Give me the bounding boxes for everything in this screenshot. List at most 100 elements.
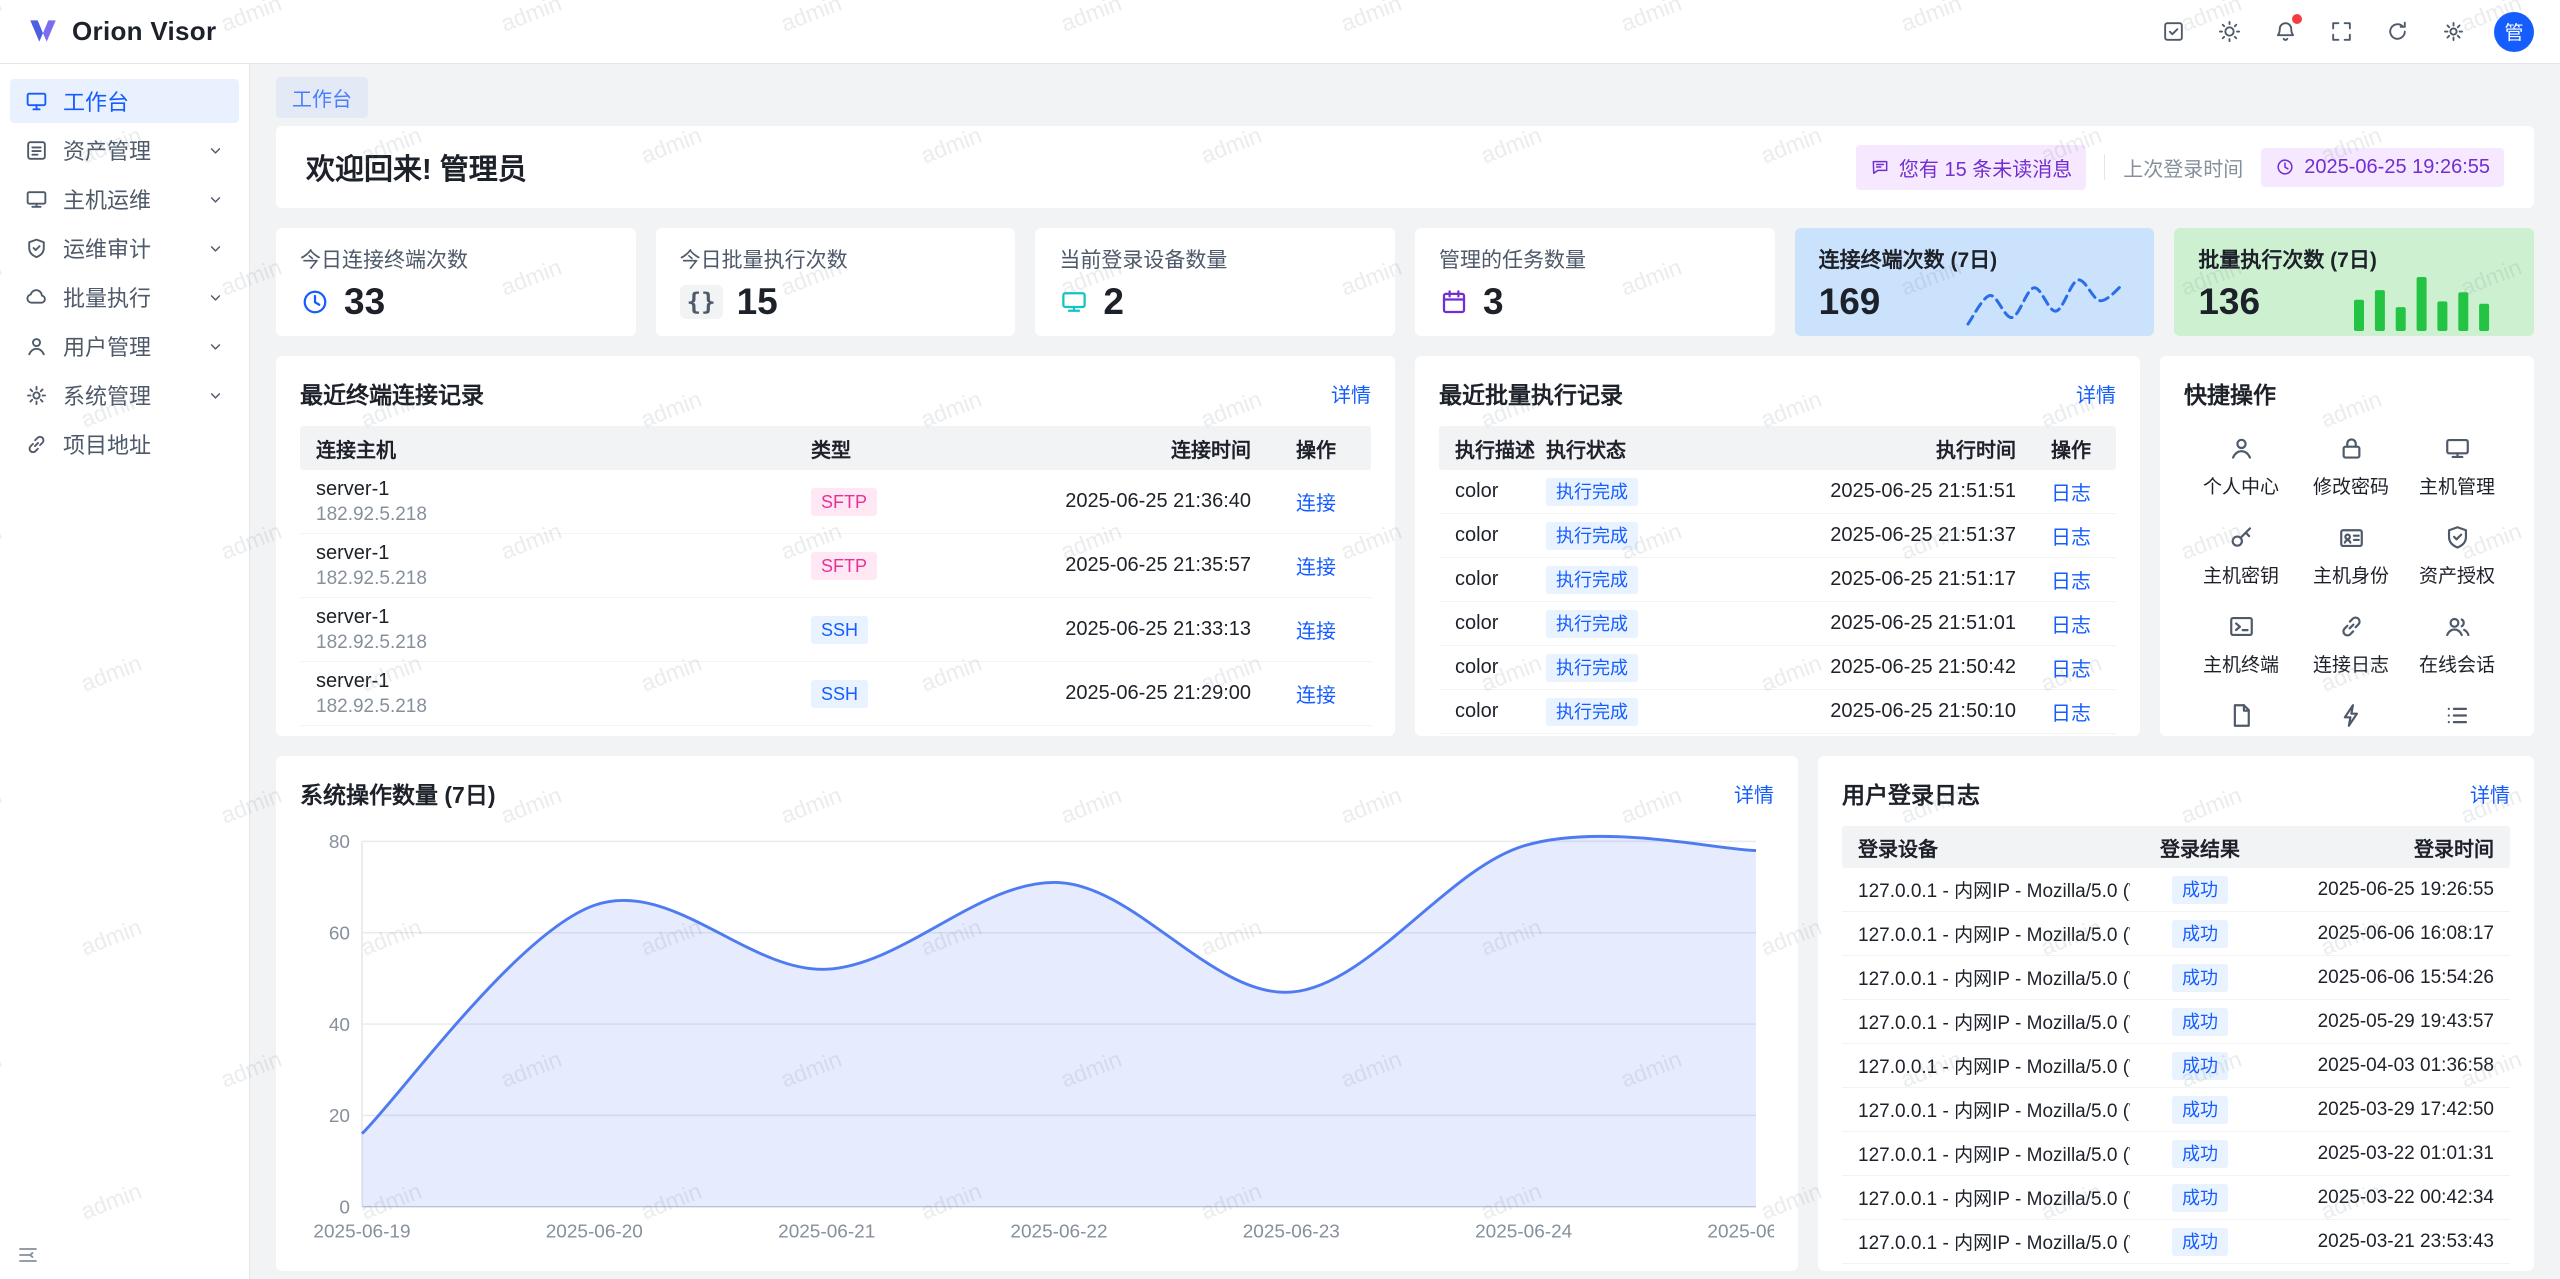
quick-op-user[interactable]: 个人中心 [2184,426,2298,507]
stat-value: 136 [2198,281,2260,323]
terminal-icon [2227,612,2256,641]
sidebar-item-user[interactable]: 用户管理 [10,324,239,368]
unread-messages-badge[interactable]: 您有 15 条未读消息 [1856,145,2086,190]
settings-gear-icon[interactable] [2432,11,2474,53]
users-icon [2443,612,2472,641]
log-link[interactable]: 日志 [2051,659,2091,681]
chevron-down-icon [206,288,225,307]
host-ip: 182.92.5.218 [316,568,811,590]
sidebar-item-batch[interactable]: 批量执行 [10,275,239,319]
svg-text:2025-06-19: 2025-06-19 [313,1221,410,1242]
quick-op-audit[interactable]: 资产授权 [2404,515,2510,596]
chevron-down-icon [206,337,225,356]
quick-op-bolt[interactable]: 命令执行 [2298,693,2404,736]
check-square-icon[interactable] [2152,11,2194,53]
notification-bell-icon[interactable] [2264,11,2306,53]
divider [2104,154,2105,180]
sidebar-item-asset[interactable]: 资产管理 [10,128,239,172]
sidebar-item-hostops[interactable]: 主机运维 [10,177,239,221]
log-link[interactable]: 日志 [2051,571,2091,593]
batch-icon [24,285,49,310]
login-log-row: 127.0.0.1 - 内网IP - Mozilla/5.0 (Windows … [1842,1220,2510,1264]
login-device: 127.0.0.1 - 内网IP - Mozilla/5.0 (Windows … [1842,1184,2130,1211]
login-log-row: 127.0.0.1 - 内网IP - Mozilla/5.0 (Windows … [1842,956,2510,1000]
svg-text:60: 60 [329,923,350,944]
stat-value: 33 [344,281,385,323]
fullscreen-icon[interactable] [2320,11,2362,53]
batch-record-row: color 执行完成 2025-06-25 21:51:01 日志 [1439,602,2116,646]
login-result-tag: 成功 [2172,1096,2228,1124]
sidebar-collapse-icon[interactable] [16,1243,40,1267]
user-avatar[interactable]: 管 [2494,12,2534,52]
breadcrumb: 工作台 [276,80,2534,114]
chevron-down-icon [206,239,225,258]
login-logs-detail-link[interactable]: 详情 [2470,779,2510,808]
batch-record-row: color 执行完成 2025-06-25 21:51:51 日志 [1439,470,2116,514]
system-ops-chart-card: 系统操作数量 (7日) 详情 0204060802025-06-192025-0… [276,756,1798,1271]
log-link[interactable]: 日志 [2051,615,2091,637]
svg-text:2025-06-20: 2025-06-20 [546,1221,643,1242]
exec-status-tag: 执行完成 [1546,610,1638,638]
sidebar-item-audit[interactable]: 运维审计 [10,226,239,270]
log-link[interactable]: 日志 [2051,703,2091,725]
stat-label: 当前登录设备数量 [1059,244,1371,274]
exec-description: color [1439,612,1546,635]
audit-icon [2443,523,2472,552]
system-ops-detail-link[interactable]: 详情 [1734,779,1774,808]
user-icon [2227,434,2256,463]
quick-op-idcard[interactable]: 主机身份 [2298,515,2404,596]
stats-row: 今日连接终端次数 33 今日批量执行次数 {}15 当前登录设备数量 2 管理的… [276,228,2534,336]
app-title: Orion Visor [72,16,216,47]
stat-card-4: 管理的任务数量 3 [1415,228,1775,336]
login-table-header: 登录设备登录结果 登录时间 [1842,826,2510,868]
stat-card-3: 当前登录设备数量 2 [1035,228,1395,336]
sidebar-item-system[interactable]: 系统管理 [10,373,239,417]
log-link[interactable]: 日志 [2051,527,2091,549]
terminal-records-detail-link[interactable]: 详情 [1331,379,1371,408]
quick-op-users[interactable]: 在线会话 [2404,604,2510,685]
system-ops-chart-title: 系统操作数量 (7日) [300,776,496,810]
login-device: 127.0.0.1 - 内网IP - Mozilla/5.0 (Windows … [1842,1008,2130,1035]
quick-op-loglist[interactable]: 执行日志 [2404,693,2510,736]
quick-op-monitor[interactable]: 主机管理 [2404,426,2510,507]
protocol-tag: SFTP [811,552,877,580]
loglist-icon [2443,701,2472,730]
connect-link[interactable]: 连接 [1296,557,1336,579]
connect-link[interactable]: 连接 [1296,685,1336,707]
sidebar-item-workbench[interactable]: 工作台 [10,79,239,123]
quick-op-key[interactable]: 主机密钥 [2184,515,2298,596]
login-time: 2025-06-06 16:08:17 [2270,923,2510,945]
theme-sun-icon[interactable] [2208,11,2250,53]
login-time: 2025-05-29 19:43:57 [2270,1011,2510,1033]
log-link[interactable]: 日志 [2051,483,2091,505]
stat-value: 3 [1483,281,1504,323]
task-icon [1439,287,1469,317]
connect-link[interactable]: 连接 [1296,493,1336,515]
login-log-row: 127.0.0.1 - 内网IP - Mozilla/5.0 (Windows … [1842,1176,2510,1220]
login-time: 2025-03-22 01:01:31 [2270,1143,2510,1165]
svg-text:2025-06-22: 2025-06-22 [1010,1221,1107,1242]
stat-card-5: 连接终端次数 (7日) 169 [1795,228,2155,336]
quick-op-file[interactable]: 文件操作日志 [2184,693,2298,736]
svg-text:2025-06-24: 2025-06-24 [1475,1221,1572,1242]
breadcrumb-item-workbench[interactable]: 工作台 [276,77,368,118]
connect-link[interactable]: 连接 [1296,621,1336,643]
monitor-icon [2443,434,2472,463]
quick-op-lock[interactable]: 修改密码 [2298,426,2404,507]
hostops-icon [24,187,49,212]
batch-records-detail-link[interactable]: 详情 [2076,379,2116,408]
host-name: server-1 [316,478,811,501]
login-log-row: 127.0.0.1 - 内网IP - Mozilla/5.0 (Windows … [1842,868,2510,912]
monitor-icon [1059,287,1089,317]
refresh-icon[interactable] [2376,11,2418,53]
stat-value: 15 [737,281,778,323]
batch-table-header: 执行描述执行状态 执行时间操作 [1439,426,2116,470]
sidebar-item-link[interactable]: 项目地址 [10,422,239,466]
terminal-table-header: 连接主机类型 连接时间操作 [300,426,1371,470]
login-device: 127.0.0.1 - 内网IP - Mozilla/5.0 (Windows … [1842,920,2130,947]
terminal-record-row: server-1 182.92.5.218 SSH 2025-06-25 21:… [300,662,1371,726]
quick-op-terminal[interactable]: 主机终端 [2184,604,2298,685]
app-logo[interactable]: Orion Visor [26,15,216,49]
exec-description: color [1439,656,1546,679]
quick-op-link[interactable]: 连接日志 [2298,604,2404,685]
